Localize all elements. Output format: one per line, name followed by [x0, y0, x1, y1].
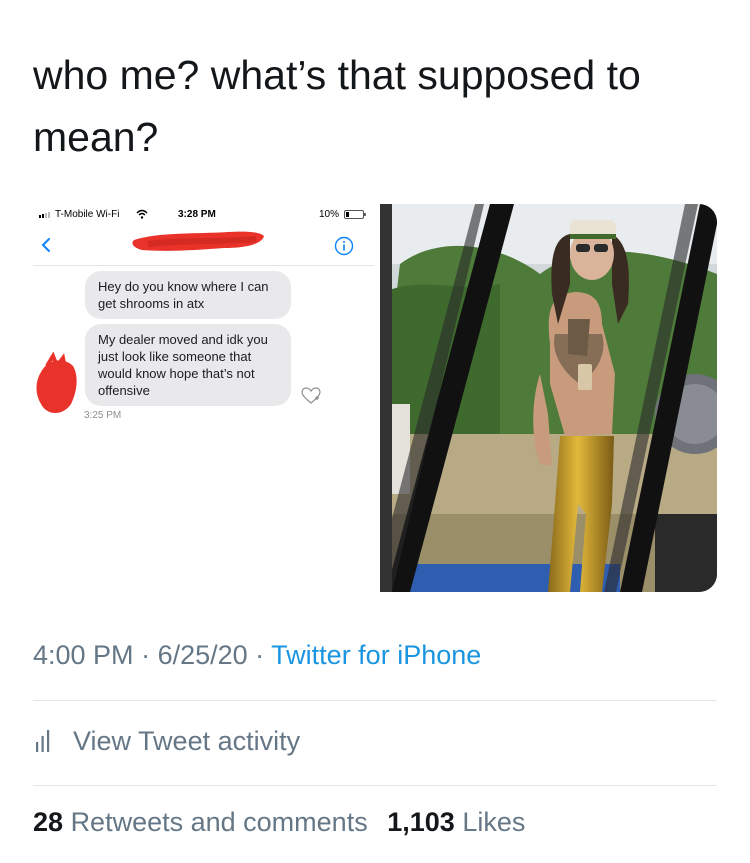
redacted-avatar: [36, 352, 77, 413]
view-tweet-activity-button[interactable]: View Tweet activity: [33, 721, 300, 761]
tweet-time: 4:00 PM: [33, 640, 134, 670]
signal-icon: [39, 212, 50, 218]
message-timestamp: 3:25 PM: [84, 410, 122, 421]
tweet-timestamp-line: 4:00 PM · 6/25/20 · Twitter for iPhone: [33, 640, 481, 671]
likes-label: Likes: [462, 807, 526, 837]
view-tweet-activity-label: View Tweet activity: [73, 725, 301, 756]
bar-chart-icon: [36, 730, 50, 752]
message-bubble: Hey do you know where I can get shrooms …: [85, 271, 291, 319]
retweets-label: Retweets and comments: [70, 807, 368, 837]
messages-nav-bar: [33, 226, 374, 266]
likes-count: 1,103: [387, 807, 455, 837]
meta-separator: ·: [133, 640, 158, 670]
info-icon: [334, 236, 354, 256]
retweets-link[interactable]: 28 Retweets and comments: [33, 807, 375, 837]
battery-percent: 10%: [319, 209, 340, 220]
media-photo[interactable]: [380, 204, 717, 592]
phone-clock: 3:28 PM: [178, 209, 216, 220]
meta-separator: ·: [247, 640, 272, 670]
photo-image: [380, 204, 717, 592]
message-bubble: My dealer moved and idk you just look li…: [85, 324, 291, 406]
divider: [33, 700, 717, 701]
carrier-label: T-Mobile Wi-Fi: [55, 209, 120, 220]
engagement-stats: 28 Retweets and comments 1,103 Likes: [33, 807, 525, 838]
divider: [33, 785, 717, 786]
battery-icon: [344, 210, 366, 219]
wifi-icon: [136, 209, 148, 219]
tweet-source-link[interactable]: Twitter for iPhone: [271, 640, 481, 670]
retweets-count: 28: [33, 807, 64, 837]
tapback-heart-icon: [301, 387, 321, 404]
media-screenshot[interactable]: T-Mobile Wi-Fi 3:28 PM 10% Hey do you kn…: [33, 204, 374, 592]
likes-link[interactable]: 1,103 Likes: [387, 807, 525, 837]
phone-status-bar: T-Mobile Wi-Fi 3:28 PM 10%: [33, 204, 374, 226]
tweet-text: who me? what’s that supposed to mean?: [33, 52, 641, 160]
redacted-contact-name: [132, 231, 264, 251]
tweet-date: 6/25/20: [157, 640, 248, 670]
chevron-left-icon: [41, 238, 50, 252]
